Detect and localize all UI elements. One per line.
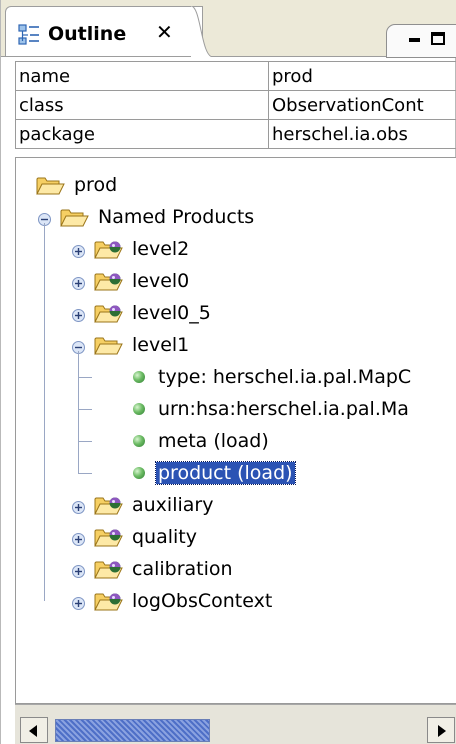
tree-node-label: level1 — [132, 334, 190, 356]
expand-icon[interactable] — [72, 307, 85, 322]
maximize-icon[interactable] — [431, 32, 445, 45]
tab-outline[interactable]: Outline ✕ — [5, 6, 203, 56]
tree-node[interactable]: meta (load) — [16, 427, 456, 455]
minimize-icon[interactable] — [409, 38, 420, 42]
product-folder-icon — [94, 305, 123, 323]
property-value: ObservationCont — [268, 90, 456, 120]
product-folder-icon — [94, 529, 123, 547]
folder-open-icon — [36, 177, 65, 195]
tree-node[interactable]: product (load) — [16, 459, 456, 487]
tree-guide-line — [44, 223, 45, 601]
property-key: name — [15, 61, 269, 91]
product-folder-icon — [94, 241, 123, 259]
tree-node[interactable]: level0 — [16, 267, 456, 295]
product-folder-icon — [94, 497, 123, 515]
expand-icon[interactable] — [72, 595, 85, 610]
tree-node-label: logObsContext — [132, 590, 273, 612]
outline-view: Outline ✕ name prod class ObservationCont pa… — [0, 0, 456, 744]
leaf-dot-icon — [133, 371, 145, 383]
property-row: package herschel.ia.obs — [15, 119, 456, 149]
properties-table: name prod class ObservationCont package hersc… — [15, 61, 456, 149]
tree-node[interactable]: level0_5 — [16, 299, 456, 327]
outline-tree[interactable]: prod Named Products level2 level0 level0_5le… — [15, 157, 456, 704]
tree-node-label: urn:hsa:herschel.ia.pal.Ma — [158, 398, 409, 420]
tree-node[interactable]: prod — [16, 171, 456, 199]
product-folder-icon — [94, 273, 123, 291]
tree-node-label: type: herschel.ia.pal.MapC — [158, 366, 412, 388]
leaf-dot-icon — [133, 403, 145, 415]
tree-node[interactable]: auxiliary — [16, 491, 456, 519]
tree-guide-line — [78, 351, 79, 473]
product-folder-icon — [94, 561, 123, 579]
tree-connector — [78, 473, 92, 474]
leaf-dot-icon — [133, 467, 145, 479]
tree-node-label: product (load) — [155, 461, 296, 485]
tree-node[interactable]: Named Products — [16, 203, 456, 231]
tree-node-label: level2 — [132, 238, 190, 260]
tab-edge — [191, 6, 213, 57]
scrollbar-thumb[interactable] — [55, 719, 210, 742]
property-key: class — [15, 90, 269, 120]
scroll-left-button[interactable] — [20, 717, 48, 743]
tree-connector — [78, 409, 92, 410]
arrow-left-icon — [29, 725, 37, 737]
window-controls — [386, 24, 456, 58]
outline-view-icon — [18, 24, 39, 45]
leaf-dot-icon — [133, 435, 145, 447]
tree-node-label: meta (load) — [158, 430, 269, 452]
close-icon[interactable]: ✕ — [156, 21, 173, 43]
tree-node-label: calibration — [132, 558, 233, 580]
property-value: herschel.ia.obs — [268, 119, 456, 149]
tree-node[interactable]: calibration — [16, 555, 456, 583]
tree-node[interactable]: logObsContext — [16, 587, 456, 615]
expand-icon[interactable] — [72, 499, 85, 514]
arrow-right-icon — [438, 725, 446, 737]
tree-node[interactable]: quality — [16, 523, 456, 551]
tree-node-label: quality — [132, 526, 197, 548]
tree-node[interactable]: type: herschel.ia.pal.MapC — [16, 363, 456, 391]
tree-node[interactable]: level1 — [16, 331, 456, 359]
expand-icon[interactable] — [72, 563, 85, 578]
tree-node-label: auxiliary — [132, 494, 214, 516]
folder-open-icon — [60, 209, 89, 227]
expand-icon[interactable] — [72, 275, 85, 290]
tree-node[interactable]: level2 — [16, 235, 456, 263]
tree-connector — [78, 441, 92, 442]
tree-node-label: level0_5 — [132, 302, 211, 324]
tree-node-label: Named Products — [98, 206, 255, 228]
property-value: prod — [268, 61, 456, 91]
expand-icon[interactable] — [72, 531, 85, 546]
product-folder-icon — [94, 593, 123, 611]
property-key: package — [15, 119, 269, 149]
expand-icon[interactable] — [72, 243, 85, 258]
tree-node-label: prod — [74, 174, 118, 196]
tree-node[interactable]: urn:hsa:herschel.ia.pal.Ma — [16, 395, 456, 423]
property-row: class ObservationCont — [15, 90, 456, 120]
tab-title: Outline — [48, 23, 127, 45]
property-row: name prod — [15, 61, 456, 91]
folder-open-icon — [94, 337, 123, 355]
scroll-right-button[interactable] — [427, 717, 455, 743]
tree-node-label: level0 — [132, 270, 190, 292]
tree-connector — [78, 377, 92, 378]
